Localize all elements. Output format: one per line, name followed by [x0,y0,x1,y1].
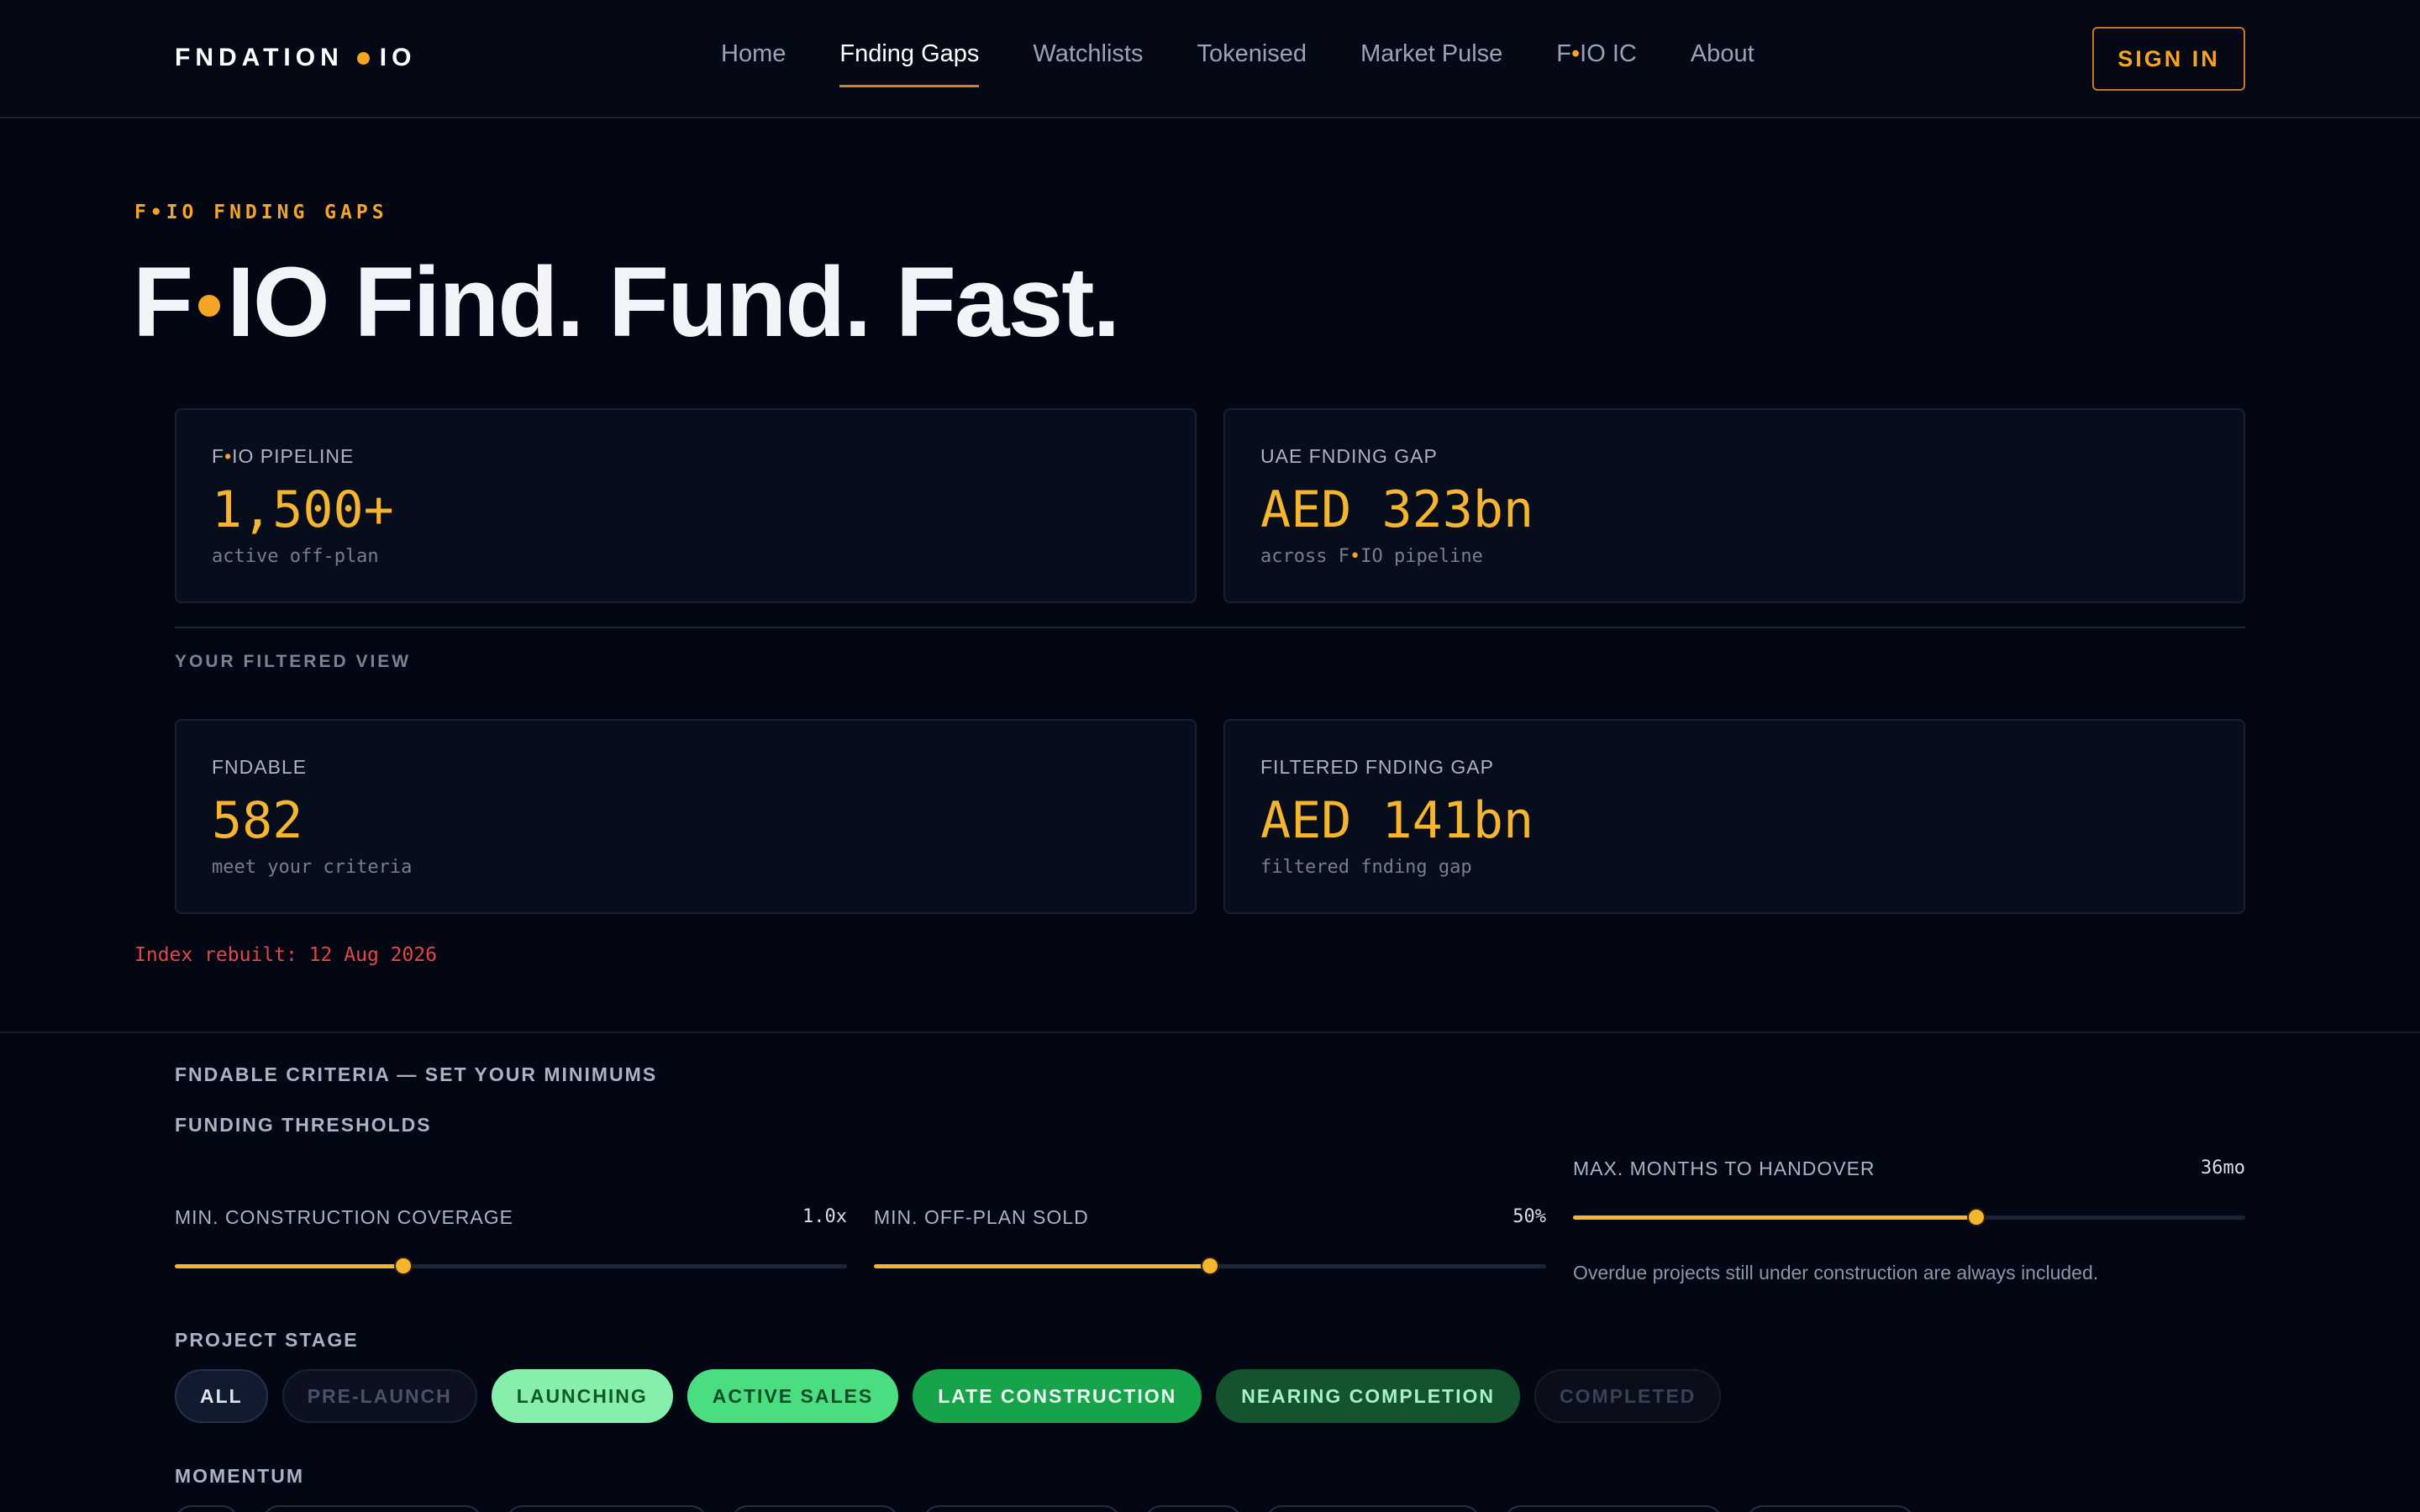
momentum-chip[interactable] [506,1505,708,1512]
title-rest: IO Find. Fund. Fast. [227,247,1120,358]
nav-link-ic[interactable]: F • IO IC [1556,40,1637,87]
uae-gap-card: UAE FNDING GAP AED 323bn across F•IO pip… [1223,408,2245,603]
filtered-gap-value: AED 141bn [1260,791,1534,850]
offplan-slider-label: MIN. OFF-PLAN SOLD [874,1206,1089,1228]
stage-chip-late-construction[interactable]: LATE CONSTRUCTION [913,1369,1202,1423]
handover-slider-label: MAX. MONTHS TO HANDOVER [1573,1158,1876,1179]
project-stage-title: PROJECT STAGE [175,1329,359,1351]
filtered-gap-label: FILTERED FNDING GAP [1260,756,1494,778]
offplan-slider[interactable] [874,1257,1546,1275]
fndable-card: FNDABLE 582 meet your criteria [175,719,1197,914]
top-nav: FNDATION IO Home Fnding Gaps Watchlists … [0,0,2420,118]
uae-gap-sub-prefix: across F [1260,546,1349,567]
stage-chip-launching[interactable]: LAUNCHING [491,1369,673,1423]
pipeline-dot-icon: • [224,445,233,467]
stage-chip-active-sales[interactable]: ACTIVE SALES [687,1369,899,1423]
coverage-slider-handle[interactable] [394,1257,413,1275]
filtered-gap-card: FILTERED FNDING GAP AED 141bn filtered f… [1223,719,2245,914]
index-rebuilt-note: Index rebuilt: 12 Aug 2026 [134,944,438,966]
nav-link-watchlists[interactable]: Watchlists [1033,40,1143,87]
stage-chip-pre-launch[interactable]: PRE-LAUNCH [281,1369,477,1423]
nav-links: Home Fnding Gaps Watchlists Tokenised Ma… [721,40,1808,87]
title-dot-icon [198,295,221,317]
page-title: F IO Find. Fund. Fast. [133,245,1120,360]
coverage-slider-fill [175,1264,403,1268]
nav-link-ic-dot-icon: • [1571,40,1581,67]
nav-link-about[interactable]: About [1691,40,1754,87]
sign-in-button[interactable]: SIGN IN [2092,27,2245,91]
thresholds-title: FUNDING THRESHOLDS [175,1114,432,1136]
coverage-slider-value: 1.0x [802,1206,847,1227]
momentum-chips [175,1505,1938,1512]
project-stage-chips: ALL PRE-LAUNCH LAUNCHING ACTIVE SALES LA… [175,1369,1735,1423]
nav-link-tokenised[interactable]: Tokenised [1197,40,1307,87]
handover-note: Overdue projects still under constructio… [1573,1262,2099,1284]
handover-slider-value: 36mo [2201,1158,2245,1179]
filtered-view-label: YOUR FILTERED VIEW [175,652,412,671]
uae-gap-label: UAE FNDING GAP [1260,445,1438,467]
criteria-title: FNDABLE CRITERIA — SET YOUR MINIMUMS [175,1063,658,1085]
fndable-label: FNDABLE [212,756,308,778]
stage-chip-all[interactable]: ALL [175,1369,268,1423]
criteria-divider [0,1032,2420,1033]
stage-chip-completed[interactable]: COMPLETED [1534,1369,1722,1423]
handover-slider-handle[interactable] [1967,1208,1986,1226]
momentum-chip[interactable] [1144,1505,1242,1512]
logo[interactable]: FNDATION IO [175,44,416,72]
momentum-chip[interactable] [1504,1505,1723,1512]
nav-link-funding-gaps[interactable]: Fnding Gaps [839,40,980,87]
pipeline-value: 1,500+ [212,480,394,539]
momentum-title: MOMENTUM [175,1465,304,1487]
momentum-chip[interactable] [262,1505,482,1512]
nav-link-ic-suffix: IO IC [1580,40,1637,67]
offplan-slider-value: 50% [1512,1206,1546,1227]
handover-slider-fill [1573,1215,1976,1220]
handover-slider[interactable] [1573,1208,2245,1226]
momentum-chip[interactable] [175,1505,239,1512]
logo-dot-icon [356,51,370,65]
momentum-chip[interactable] [923,1505,1121,1512]
uae-gap-dot-icon: • [1349,546,1361,567]
nav-link-ic-prefix: F [1556,40,1572,67]
pipeline-label: F•IO PIPELINE [212,445,354,468]
offplan-slider-handle[interactable] [1201,1257,1219,1275]
pipeline-sub: active off-plan [212,546,379,567]
pipeline-label-rest: IO PIPELINE [232,445,355,467]
coverage-slider[interactable] [175,1257,847,1275]
uae-gap-sub-rest: IO pipeline [1360,546,1483,567]
fndable-sub: meet your criteria [212,857,413,878]
coverage-slider-label: MIN. CONSTRUCTION COVERAGE [175,1206,513,1228]
filtered-gap-sub: filtered fnding gap [1260,857,1472,878]
title-prefix: F [133,247,193,358]
fndable-value: 582 [212,791,303,850]
momentum-chip[interactable] [731,1505,899,1512]
nav-link-home[interactable]: Home [721,40,786,87]
uae-gap-value: AED 323bn [1260,480,1534,539]
section-divider [175,627,2245,628]
pipeline-card: F•IO PIPELINE 1,500+ active off-plan [175,408,1197,603]
logo-text-left: FNDATION [175,44,344,71]
momentum-chip[interactable] [1265,1505,1481,1512]
momentum-chip[interactable] [1746,1505,1914,1512]
pipeline-label-prefix: F [212,445,225,467]
uae-gap-sub: across F•IO pipeline [1260,546,1483,567]
stage-chip-nearing-completion[interactable]: NEARING COMPLETION [1216,1369,1520,1423]
nav-link-market-pulse[interactable]: Market Pulse [1360,40,1502,87]
hero-eyebrow: F•IO FNDING GAPS [134,202,388,223]
logo-text-right: IO [379,44,417,71]
offplan-slider-fill [874,1264,1210,1268]
